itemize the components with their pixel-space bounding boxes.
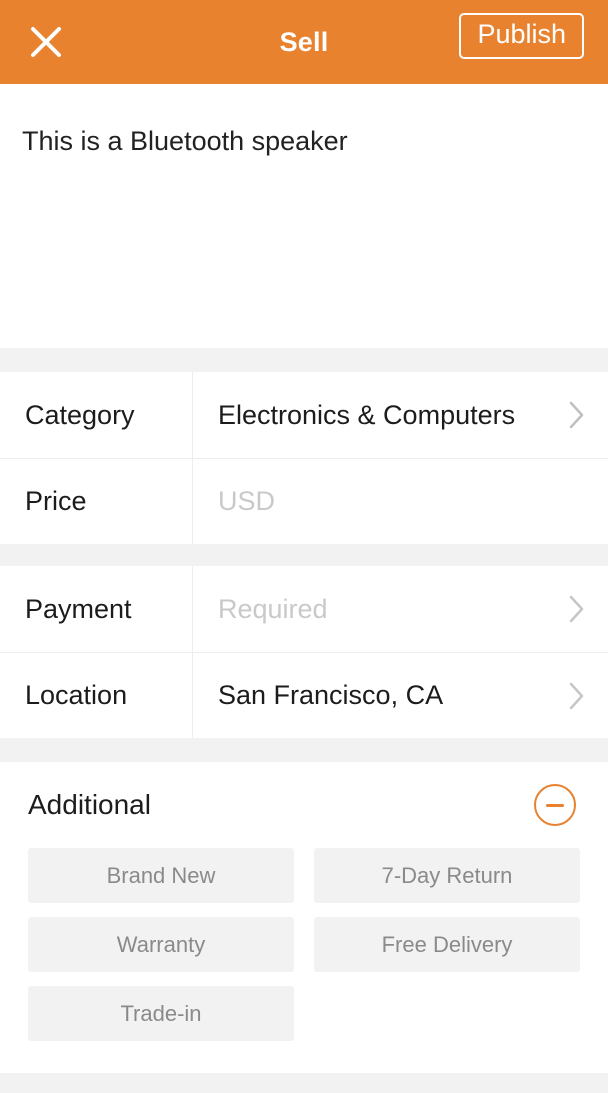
field-value-price-wrap[interactable]: USD [192, 459, 608, 544]
tag-chip[interactable]: Brand New [28, 848, 294, 903]
chevron-right-icon [568, 594, 586, 624]
publish-button[interactable]: Publish [459, 13, 584, 59]
tag-chip[interactable]: Free Delivery [314, 917, 580, 972]
additional-tag-grid: Brand New 7-Day Return Warranty Free Del… [0, 848, 608, 1055]
field-value-location-wrap[interactable]: San Francisco, CA [192, 653, 608, 738]
tag-chip[interactable]: Warranty [28, 917, 294, 972]
close-button[interactable] [22, 18, 70, 66]
section-separator [0, 738, 608, 762]
section-separator [0, 1073, 608, 1093]
field-label-payment: Payment [25, 593, 132, 624]
field-group-primary: Category Electronics & Computers Price U… [0, 372, 608, 544]
description-area[interactable]: This is a Bluetooth speaker [0, 84, 608, 348]
field-value-location: San Francisco, CA [218, 680, 444, 710]
close-icon [29, 25, 63, 59]
tag-chip[interactable]: Trade-in [28, 986, 294, 1041]
field-value-payment: Required [218, 593, 328, 624]
price-input-placeholder[interactable]: USD [218, 486, 275, 517]
field-row-payment[interactable]: Payment Required [0, 566, 608, 652]
field-row-location[interactable]: Location San Francisco, CA [0, 652, 608, 738]
field-label-price: Price [25, 486, 87, 516]
chevron-right-icon [568, 681, 586, 711]
section-separator [0, 544, 608, 566]
field-label-location: Location [25, 680, 128, 710]
minus-bar [546, 803, 564, 807]
field-value-category-wrap[interactable]: Electronics & Computers [192, 372, 608, 458]
field-value-category: Electronics & Computers [218, 399, 516, 430]
additional-header: Additional [0, 762, 608, 848]
field-value-payment-wrap[interactable]: Required [192, 566, 608, 652]
field-row-category[interactable]: Category Electronics & Computers [0, 372, 608, 458]
app-header: Sell Publish [0, 0, 608, 84]
tag-chip[interactable]: 7-Day Return [314, 848, 580, 903]
additional-title: Additional [28, 789, 151, 820]
description-text[interactable]: This is a Bluetooth speaker [22, 125, 586, 159]
minus-circle-icon[interactable] [534, 784, 576, 826]
field-group-secondary: Payment Required Location San Francisco,… [0, 566, 608, 738]
chevron-right-icon [568, 400, 586, 430]
section-separator [0, 348, 608, 372]
field-label-category: Category [25, 399, 135, 430]
additional-section: Additional Brand New 7-Day Return Warran… [0, 762, 608, 1073]
field-row-price[interactable]: Price USD [0, 458, 608, 544]
